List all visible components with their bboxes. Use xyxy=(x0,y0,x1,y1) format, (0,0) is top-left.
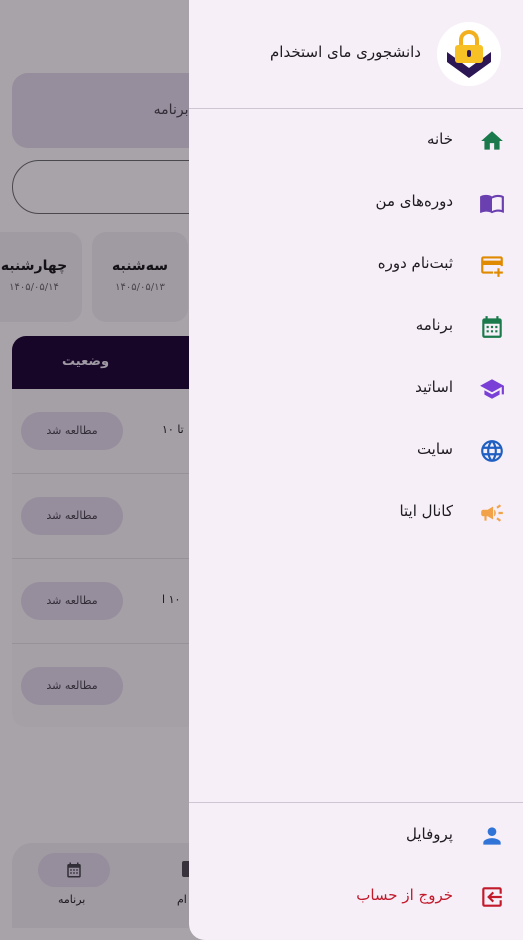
app-logo xyxy=(437,22,501,86)
card-add-icon xyxy=(481,256,503,277)
app-title: دانشجوری مای استخدام xyxy=(270,43,421,61)
menu-label: دوره‌های من xyxy=(375,192,453,210)
menu-item-logout[interactable]: خروج از حساب xyxy=(189,871,523,921)
menu-label: پروفایل xyxy=(406,825,453,843)
book-icon xyxy=(480,194,504,214)
menu-label: کانال ایتا xyxy=(399,502,453,520)
graduation-cap-icon xyxy=(480,379,504,399)
globe-icon xyxy=(481,440,503,462)
navigation-drawer: دانشجوری مای استخدام خانه دوره‌های من ثب… xyxy=(189,0,523,940)
menu-item-course-registration[interactable]: ثبت‌نام دوره xyxy=(189,239,523,289)
menu-label: برنامه xyxy=(415,316,453,334)
menu-item-my-courses[interactable]: دوره‌های من xyxy=(189,177,523,227)
menu-item-eitaa-channel[interactable]: کانال ایتا xyxy=(189,487,523,537)
home-icon xyxy=(481,131,503,150)
drawer-divider xyxy=(189,802,523,803)
menu-item-teachers[interactable]: اساتید xyxy=(189,363,523,413)
menu-item-website[interactable]: سایت xyxy=(189,425,523,475)
menu-label: سایت xyxy=(416,440,453,458)
menu-item-profile[interactable]: پروفایل xyxy=(189,810,523,860)
menu-label: خانه xyxy=(426,130,453,148)
person-icon xyxy=(483,827,501,845)
menu-label: اساتید xyxy=(415,378,453,396)
calendar-icon xyxy=(482,316,502,338)
menu-label: ثبت‌نام دوره xyxy=(377,254,453,272)
megaphone-icon xyxy=(481,504,503,522)
drawer-header: دانشجوری مای استخدام xyxy=(189,0,523,109)
menu-label: خروج از حساب xyxy=(356,886,453,904)
menu-item-program[interactable]: برنامه xyxy=(189,301,523,351)
menu-item-home[interactable]: خانه xyxy=(189,115,523,165)
logout-icon xyxy=(482,887,502,907)
